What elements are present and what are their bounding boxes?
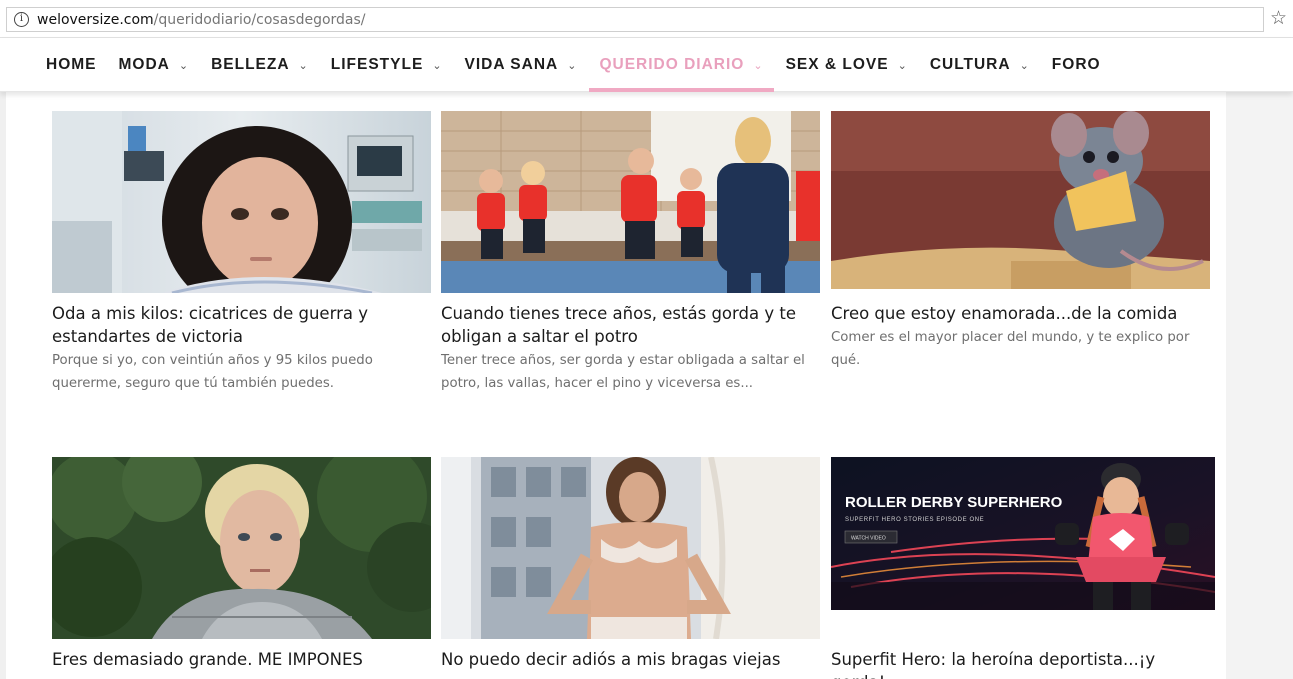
nav-item-label: FORO	[1051, 56, 1101, 73]
nav-menu: HOME MODA ⌄ BELLEZA ⌄ LIFESTYLE ⌄ VIDA SANA ⌄ QUE…	[46, 38, 1123, 92]
chevron-down-icon[interactable]: ⌄	[432, 59, 442, 72]
article-excerpt: Porque si yo, con veintiún años y 95 kil…	[52, 353, 373, 391]
page-gutter-left	[0, 38, 6, 679]
chevron-down-icon[interactable]: ⌄	[299, 59, 309, 72]
nav-item-label: SEX & LOVE	[785, 56, 889, 73]
browser-address-bar: i weloversize.com/queridodiario/cosasdeg…	[0, 0, 1293, 38]
chevron-down-icon[interactable]: ⌄	[898, 59, 908, 72]
article-card[interactable]: ROLLER DERBY SUPERHERO SUPERFIT HERO STO…	[831, 457, 1215, 679]
nav-item-label: MODA	[118, 56, 170, 73]
banner-headline: ROLLER DERBY SUPERHERO	[845, 494, 1063, 511]
nav-item-lifestyle[interactable]: LIFESTYLE ⌄	[331, 38, 443, 92]
nav-item-label: BELLEZA	[211, 56, 290, 73]
banner-watch-label: WATCH VIDEO	[851, 536, 886, 542]
article-card[interactable]: No puedo decir adiós a mis bragas viejas	[441, 457, 821, 671]
article-title[interactable]: Oda a mis kilos: cicatrices de guerra y …	[52, 302, 432, 348]
info-icon[interactable]: i	[14, 12, 29, 27]
banner-subline: SUPERFIT HERO STORIES EPISODE ONE	[845, 517, 984, 523]
chevron-down-icon[interactable]: ⌄	[1020, 59, 1030, 72]
chevron-down-icon[interactable]: ⌄	[567, 59, 577, 72]
nav-item-label: VIDA SANA	[464, 56, 559, 73]
article-thumbnail-gym-class[interactable]	[441, 111, 820, 293]
nav-item-cultura[interactable]: CULTURA ⌄	[930, 38, 1030, 92]
article-thumbnail-lingerie-model[interactable]	[441, 457, 820, 639]
article-card[interactable]: Cuando tienes trece años, estás gorda y …	[441, 111, 821, 395]
article-excerpt: Comer es el mayor placer del mundo, y te…	[831, 330, 1190, 368]
nav-item-moda[interactable]: MODA ⌄	[119, 38, 190, 92]
article-card[interactable]: Oda a mis kilos: cicatrices de guerra y …	[52, 111, 432, 395]
nav-item-home[interactable]: HOME	[46, 38, 97, 92]
url-domain: weloversize.com	[37, 11, 154, 28]
nav-item-label: HOME	[46, 56, 97, 73]
nav-item-belleza[interactable]: BELLEZA ⌄	[211, 38, 309, 92]
article-thumbnail-rat-cheese[interactable]	[831, 111, 1210, 293]
url-path: /queridodiario/cosasdegordas/	[153, 11, 366, 28]
main-navigation: HOME MODA ⌄ BELLEZA ⌄ LIFESTYLE ⌄ VIDA SANA ⌄ QUE…	[0, 38, 1293, 92]
nav-item-label: LIFESTYLE	[330, 56, 424, 73]
article-thumbnail-hospital-portrait[interactable]	[52, 111, 431, 293]
article-title[interactable]: Superfit Hero: la heroína deportista...¡…	[831, 648, 1211, 679]
nav-item-label: CULTURA	[929, 56, 1011, 73]
nav-item-label: QUERIDO DIARIO	[599, 56, 745, 73]
nav-item-querido-diario[interactable]: QUERIDO DIARIO ⌄	[589, 38, 774, 92]
article-title[interactable]: Creo que estoy enamorada...de la comida	[831, 302, 1211, 325]
nav-item-sex-love[interactable]: SEX & LOVE ⌄	[786, 38, 908, 92]
article-card[interactable]: Creo que estoy enamorada...de la comida …	[831, 111, 1211, 372]
article-title[interactable]: No puedo decir adiós a mis bragas viejas	[441, 648, 821, 671]
page-gutter-right	[1226, 92, 1293, 679]
chevron-down-icon[interactable]: ⌄	[753, 59, 763, 72]
nav-item-foro[interactable]: FORO	[1052, 38, 1101, 92]
bookmark-star-icon[interactable]: ☆	[1270, 8, 1287, 28]
article-title[interactable]: Eres demasiado grande. ME IMPONES	[52, 648, 432, 671]
article-excerpt: Tener trece años, ser gorda y estar obli…	[441, 353, 805, 391]
article-title[interactable]: Cuando tienes trece años, estás gorda y …	[441, 302, 821, 348]
chevron-down-icon[interactable]: ⌄	[179, 59, 189, 72]
article-thumbnail-roller-derby-banner[interactable]: ROLLER DERBY SUPERHERO SUPERFIT HERO STO…	[831, 457, 1215, 610]
nav-item-vida-sana[interactable]: VIDA SANA ⌄	[465, 38, 578, 92]
article-card[interactable]: Eres demasiado grande. ME IMPONES	[52, 457, 432, 671]
url-field[interactable]: i weloversize.com/queridodiario/cosasdeg…	[6, 7, 1264, 32]
article-thumbnail-armored-woman[interactable]	[52, 457, 431, 639]
